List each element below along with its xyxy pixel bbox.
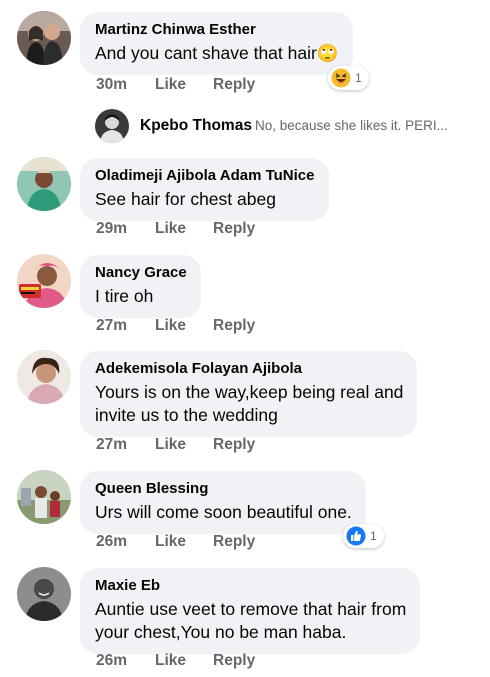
comment-actions: 27m Like Reply — [96, 317, 255, 335]
comment-timestamp[interactable]: 26m — [96, 533, 155, 551]
comment-bubble[interactable]: Oladimeji Ajibola Adam TuNice See hair f… — [80, 158, 329, 221]
like-button[interactable]: Like — [155, 436, 213, 454]
laughing-emoji-icon — [331, 68, 351, 88]
reply-author[interactable]: Kpebo Thomas — [140, 117, 252, 135]
reaction-badge[interactable]: 1 — [328, 66, 369, 90]
comment-author[interactable]: Nancy Grace — [95, 264, 187, 282]
comment-text-line: invite us to the wedding — [95, 405, 278, 425]
reply-button[interactable]: Reply — [213, 220, 255, 238]
like-button[interactable]: Like — [155, 652, 213, 670]
avatar-photo-icon — [17, 567, 71, 621]
avatar[interactable] — [17, 11, 71, 65]
comment-timestamp[interactable]: 27m — [96, 436, 155, 454]
thumbs-up-icon — [346, 526, 366, 546]
reply-button[interactable]: Reply — [213, 436, 255, 454]
comment-timestamp[interactable]: 30m — [96, 76, 155, 94]
avatar-photo-icon — [17, 157, 71, 211]
comment-bubble[interactable]: Nancy Grace I tire oh — [80, 255, 201, 318]
reply-snippet: No, because she likes it. PERI... — [255, 118, 448, 133]
reply-button[interactable]: Reply — [213, 533, 255, 551]
comment-author[interactable]: Oladimeji Ajibola Adam TuNice — [95, 167, 315, 185]
reaction-count: 1 — [355, 71, 362, 85]
avatar-photo-icon — [17, 11, 71, 65]
comment-timestamp[interactable]: 27m — [96, 317, 155, 335]
comment-actions: 30m Like Reply — [96, 76, 255, 94]
like-button[interactable]: Like — [155, 533, 213, 551]
comment-text: Auntie use veet to remove that hair from… — [95, 598, 406, 644]
avatar[interactable] — [17, 254, 71, 308]
comment-text-line: Yours is on the way,keep being real and — [95, 382, 404, 402]
avatar[interactable] — [17, 470, 71, 524]
like-button[interactable]: Like — [155, 76, 213, 94]
avatar[interactable] — [17, 350, 71, 404]
comment-author[interactable]: Queen Blessing — [95, 480, 352, 498]
comment-bubble[interactable]: Maxie Eb Auntie use veet to remove that … — [80, 568, 421, 654]
comment-text-line: Auntie use veet to remove that hair from — [95, 599, 407, 619]
comment-text: Urs will come soon beautiful one. — [95, 502, 352, 522]
avatar[interactable] — [17, 567, 71, 621]
like-button[interactable]: Like — [155, 317, 213, 335]
avatar-photo-icon — [17, 254, 71, 308]
avatar-photo-icon — [17, 350, 71, 404]
comment-text: I tire oh — [95, 286, 154, 306]
comment-actions: 26m Like Reply — [96, 652, 255, 670]
comment-author[interactable]: Martinz Chinwa Esther — [95, 21, 339, 39]
comment-author[interactable]: Adekemisola Folayan Ajibola — [95, 360, 403, 378]
avatar-photo-icon — [95, 109, 129, 143]
comment-text: And you cant shave that hair🙄 — [95, 43, 339, 63]
comment-actions: 27m Like Reply — [96, 436, 255, 454]
reaction-badge[interactable]: 1 — [343, 524, 384, 548]
comment-text-line: your chest,You no be man haba. — [95, 622, 347, 642]
comment-author[interactable]: Maxie Eb — [95, 577, 406, 595]
avatar[interactable] — [17, 157, 71, 211]
comment-text: Yours is on the way,keep being real and … — [95, 381, 403, 427]
reply-button[interactable]: Reply — [213, 76, 255, 94]
comment-actions: 26m Like Reply — [96, 533, 255, 551]
avatar[interactable] — [95, 109, 129, 143]
reply-preview[interactable]: Kpebo Thomas No, because she likes it. P… — [95, 109, 485, 143]
reaction-count: 1 — [370, 529, 377, 543]
reply-button[interactable]: Reply — [213, 652, 255, 670]
comment-bubble[interactable]: Queen Blessing Urs will come soon beauti… — [80, 471, 366, 534]
avatar-photo-icon — [17, 470, 71, 524]
comment-bubble[interactable]: Adekemisola Folayan Ajibola Yours is on … — [80, 351, 418, 437]
comment-timestamp[interactable]: 29m — [96, 220, 155, 238]
comment-bubble[interactable]: Martinz Chinwa Esther And you cant shave… — [80, 12, 353, 75]
comment-timestamp[interactable]: 26m — [96, 652, 155, 670]
like-button[interactable]: Like — [155, 220, 213, 238]
comment-actions: 29m Like Reply — [96, 220, 255, 238]
reply-button[interactable]: Reply — [213, 317, 255, 335]
comment-text: See hair for chest abeg — [95, 189, 276, 209]
